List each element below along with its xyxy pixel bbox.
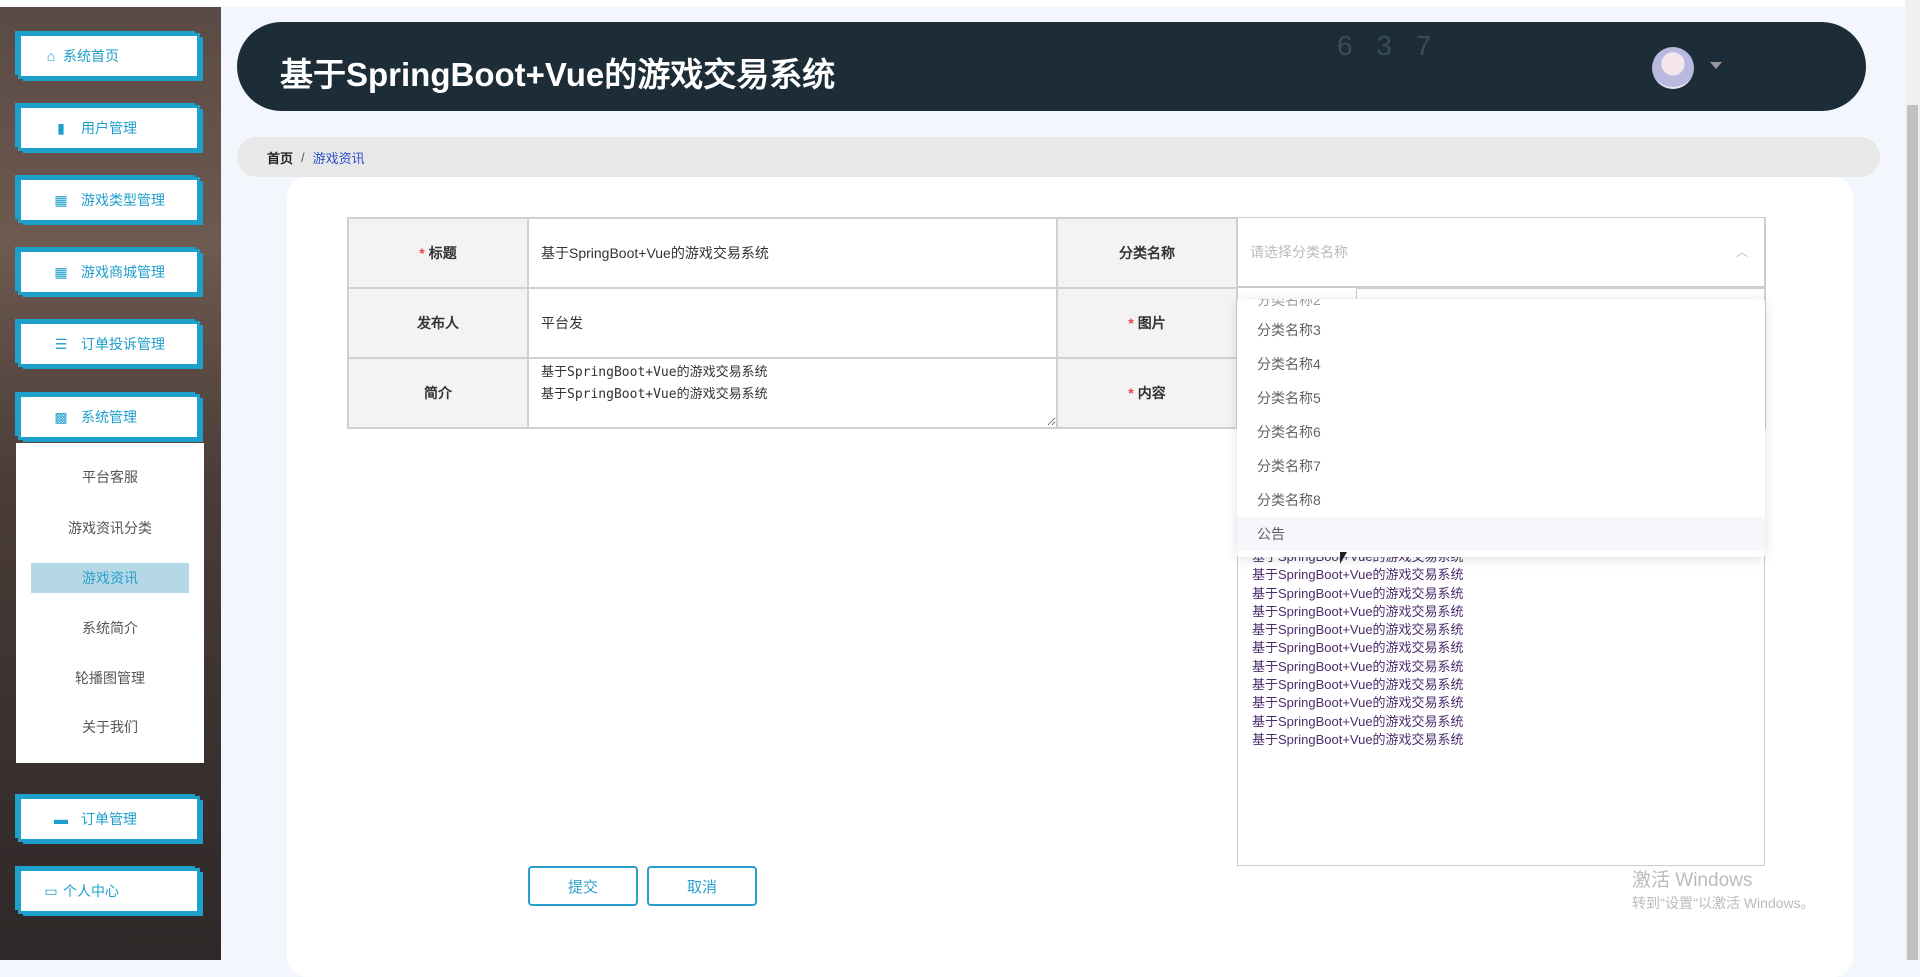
- content-line: 基于SpringBoot+Vue的游戏交易系统: [1252, 695, 1464, 711]
- content-line: 基于SpringBoot+Vue的游戏交易系统: [1252, 731, 1464, 747]
- breadcrumb-current: 游戏资讯: [312, 150, 365, 166]
- dropdown-option[interactable]: 分类名称2: [1237, 299, 1765, 313]
- apps-icon: ▩: [54, 408, 68, 425]
- dropdown-option[interactable]: 公告: [1237, 517, 1765, 551]
- mouse-cursor-icon: [1340, 552, 1347, 564]
- list-icon: ☰: [54, 335, 68, 352]
- content-line: 基于SpringBoot+Vue的游戏交易系统: [1252, 640, 1464, 656]
- header-decoration: 6 3 7: [1337, 30, 1440, 61]
- submenu-item-carousel[interactable]: 轮播图管理: [16, 663, 204, 693]
- sidebar-item-orders[interactable]: ▬ 订单管理: [18, 796, 200, 842]
- sidebar-item-users[interactable]: ▮ 用户管理: [18, 105, 200, 151]
- system-submenu: 平台客服 游戏资讯分类 游戏资讯 系统简介 轮播图管理 关于我们: [16, 443, 204, 763]
- sidebar-item-home[interactable]: ⌂ 系统首页: [18, 33, 200, 79]
- dropdown-option[interactable]: 分类名称7: [1237, 449, 1765, 483]
- submit-button[interactable]: 提交: [528, 866, 638, 906]
- card-icon: ▭: [44, 882, 58, 899]
- content-line: 基于SpringBoot+Vue的游戏交易系统: [1252, 677, 1464, 693]
- category-dropdown: 分类名称2 分类名称3 分类名称4 分类名称5 分类名称6 分类名称7 分类名称…: [1237, 299, 1765, 557]
- grid-icon: ▦: [54, 191, 68, 208]
- category-select[interactable]: 请选择分类名称 ︿: [1237, 217, 1765, 287]
- scrollbar-thumb[interactable]: [1907, 105, 1918, 960]
- home-icon: ⌂: [46, 48, 56, 64]
- intro-cell: 基于SpringBoot+Vue的游戏交易系统 基于SpringBoot+Vue…: [527, 357, 1058, 429]
- avatar[interactable]: [1652, 47, 1694, 89]
- windows-watermark-subtitle: 转到"设置"以激活 Windows。: [1632, 895, 1815, 911]
- page-scrollbar[interactable]: [1905, 0, 1920, 960]
- submenu-item-news-category[interactable]: 游戏资讯分类: [16, 513, 204, 543]
- breadcrumb-home[interactable]: 首页: [267, 148, 293, 167]
- sidebar-item-system[interactable]: ▩ 系统管理: [18, 394, 200, 440]
- intro-textarea[interactable]: 基于SpringBoot+Vue的游戏交易系统 基于SpringBoot+Vue…: [529, 360, 1056, 426]
- breadcrumb: 首页 / 游戏资讯: [237, 137, 1880, 177]
- windows-watermark-title: 激活 Windows: [1632, 870, 1753, 891]
- sidebar-item-game-store[interactable]: ▦ 游戏商城管理: [18, 249, 200, 295]
- content-line: 基于SpringBoot+Vue的游戏交易系统: [1252, 713, 1464, 729]
- submenu-item-support[interactable]: 平台客服: [16, 462, 204, 492]
- submenu-item-about[interactable]: 关于我们: [16, 712, 204, 742]
- intro-label: 简介: [347, 357, 529, 429]
- publisher-label: 发布人: [347, 287, 529, 359]
- image-label: * 图片: [1056, 287, 1238, 359]
- chevron-up-icon: ︿: [1735, 245, 1748, 259]
- content-line: 基于SpringBoot+Vue的游戏交易系统: [1252, 603, 1464, 619]
- submenu-item-news[interactable]: 游戏资讯: [31, 563, 189, 593]
- app-title: 基于SpringBoot+Vue的游戏交易系统: [280, 56, 836, 93]
- dropdown-option[interactable]: 分类名称5: [1237, 381, 1765, 415]
- grid-icon: ▦: [54, 263, 68, 280]
- dropdown-option[interactable]: 分类名称3: [1237, 313, 1765, 347]
- dropdown-option[interactable]: 分类名称6: [1237, 415, 1765, 449]
- title-label: * 标题: [347, 217, 529, 289]
- cancel-button[interactable]: 取消: [647, 866, 757, 906]
- sidebar-item-game-types[interactable]: ▦ 游戏类型管理: [18, 177, 200, 223]
- caret-down-icon[interactable]: [1710, 62, 1722, 69]
- content-label: * 内容: [1056, 357, 1238, 429]
- sidebar-item-profile[interactable]: ▭ 个人中心: [18, 868, 200, 914]
- content-line: 基于SpringBoot+Vue的游戏交易系统: [1252, 567, 1464, 583]
- category-label: 分类名称: [1056, 217, 1238, 289]
- dropdown-option[interactable]: 分类名称8: [1237, 483, 1765, 517]
- submenu-item-intro[interactable]: 系统简介: [16, 613, 204, 643]
- sidebar-item-complaints[interactable]: ☰ 订单投诉管理: [18, 321, 200, 367]
- header: 6 3 7 基于SpringBoot+Vue的游戏交易系统: [237, 22, 1866, 111]
- top-strip: [0, 0, 1920, 7]
- breadcrumb-separator: /: [301, 149, 305, 165]
- content-line: 基于SpringBoot+Vue的游戏交易系统: [1252, 658, 1464, 674]
- title-field[interactable]: 基于SpringBoot+Vue的游戏交易系统: [527, 217, 1058, 289]
- content-line: 基于SpringBoot+Vue的游戏交易系统: [1252, 622, 1464, 638]
- dropdown-option[interactable]: 分类名称4: [1237, 347, 1765, 381]
- bar-chart-icon: ▮: [57, 119, 65, 136]
- content-line: 基于SpringBoot+Vue的游戏交易系统: [1252, 585, 1464, 601]
- monitor-icon: ▬: [54, 811, 68, 827]
- sidebar: ⌂ 系统首页 ▮ 用户管理 ▦ 游戏类型管理 ▦ 游戏商城管理 ☰ 订单投诉管理 ▩ 系统管…: [0, 7, 221, 960]
- publisher-field[interactable]: 平台发: [527, 287, 1058, 359]
